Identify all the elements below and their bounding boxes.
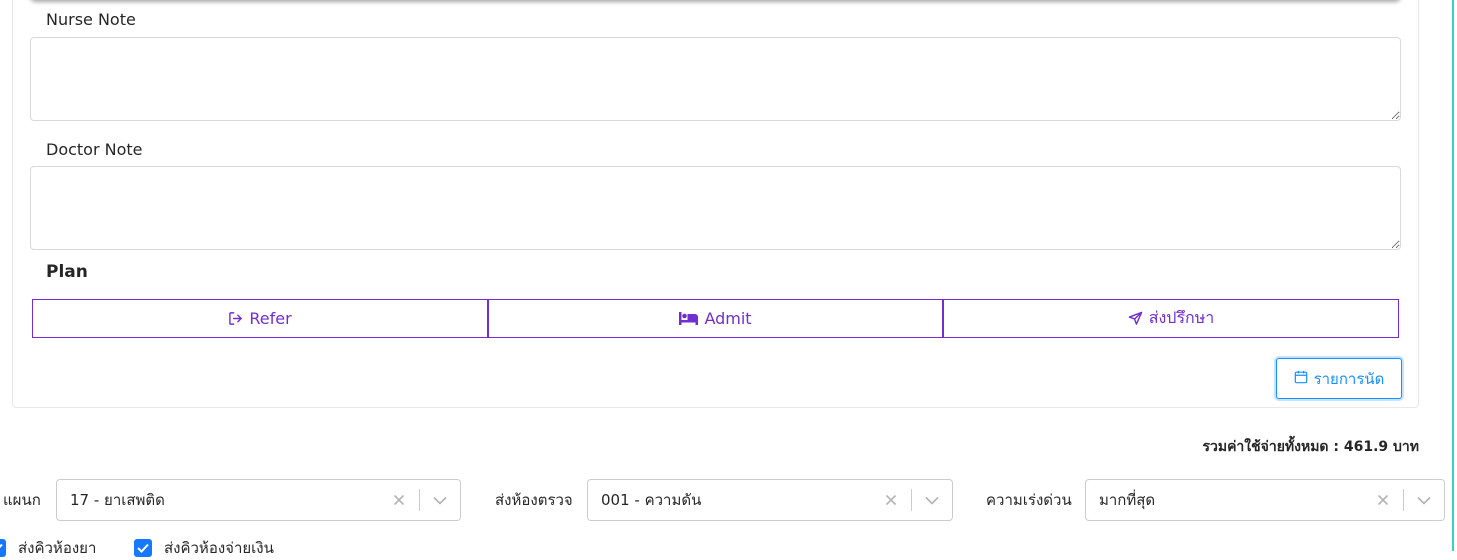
- total-cost: รวมค่าใช้จ่ายทั้งหมด : 461.9 บาท: [1202, 439, 1419, 455]
- chevron-down-icon[interactable]: [1404, 480, 1444, 520]
- admit-button-label: Admit: [704, 309, 752, 328]
- clear-icon[interactable]: [379, 480, 419, 520]
- plan-title: Plan: [46, 262, 88, 282]
- department-value: 17 - ยาเสพติด: [70, 491, 165, 509]
- doctor-note-label: Doctor Note: [46, 140, 143, 159]
- admit-button[interactable]: Admit: [488, 299, 943, 338]
- checkbox-checked-icon[interactable]: [134, 539, 152, 557]
- checkbox-checked-icon[interactable]: [0, 539, 6, 557]
- calendar-icon: [1294, 370, 1308, 388]
- urgency-label: ความเร่งด่วน: [986, 491, 1072, 509]
- nurse-note-label: Nurse Note: [46, 10, 136, 29]
- sign-out-icon: [228, 311, 243, 326]
- refer-button-label: Refer: [249, 309, 292, 328]
- send-icon: [1128, 311, 1143, 326]
- right-edge-border: [1452, 0, 1454, 551]
- department-select[interactable]: 17 - ยาเสพติด: [56, 479, 461, 521]
- pharmacy-queue-label: ส่งคิวห้องยา: [18, 539, 97, 557]
- department-label: แผนก: [3, 491, 41, 509]
- urgency-select[interactable]: มากที่สุด: [1085, 479, 1445, 521]
- clear-icon[interactable]: [871, 480, 911, 520]
- cashier-queue-checkbox[interactable]: ส่งคิวห้องจ่ายเงิน: [134, 536, 274, 560]
- doctor-note-textarea[interactable]: [30, 166, 1401, 250]
- refer-button[interactable]: Refer: [32, 299, 488, 338]
- urgency-value: มากที่สุด: [1099, 491, 1156, 509]
- consult-button-label: ส่งปรึกษา: [1148, 308, 1215, 327]
- exam-room-value: 001 - ความดัน: [601, 491, 702, 509]
- chevron-down-icon[interactable]: [420, 480, 460, 520]
- pharmacy-queue-checkbox[interactable]: ส่งคิวห้องยา: [0, 536, 96, 560]
- exam-room-select[interactable]: 001 - ความดัน: [587, 479, 953, 521]
- nurse-note-textarea[interactable]: [30, 37, 1401, 121]
- bed-icon: [679, 312, 699, 325]
- consult-button[interactable]: ส่งปรึกษา: [943, 299, 1399, 338]
- appointment-list-button[interactable]: รายการนัด: [1276, 358, 1402, 399]
- appointment-list-label: รายการนัด: [1313, 369, 1385, 388]
- chevron-down-icon[interactable]: [912, 480, 952, 520]
- exam-room-label: ส่งห้องตรวจ: [495, 491, 573, 509]
- clear-icon[interactable]: [1363, 480, 1403, 520]
- cashier-queue-label: ส่งคิวห้องจ่ายเงิน: [164, 539, 274, 557]
